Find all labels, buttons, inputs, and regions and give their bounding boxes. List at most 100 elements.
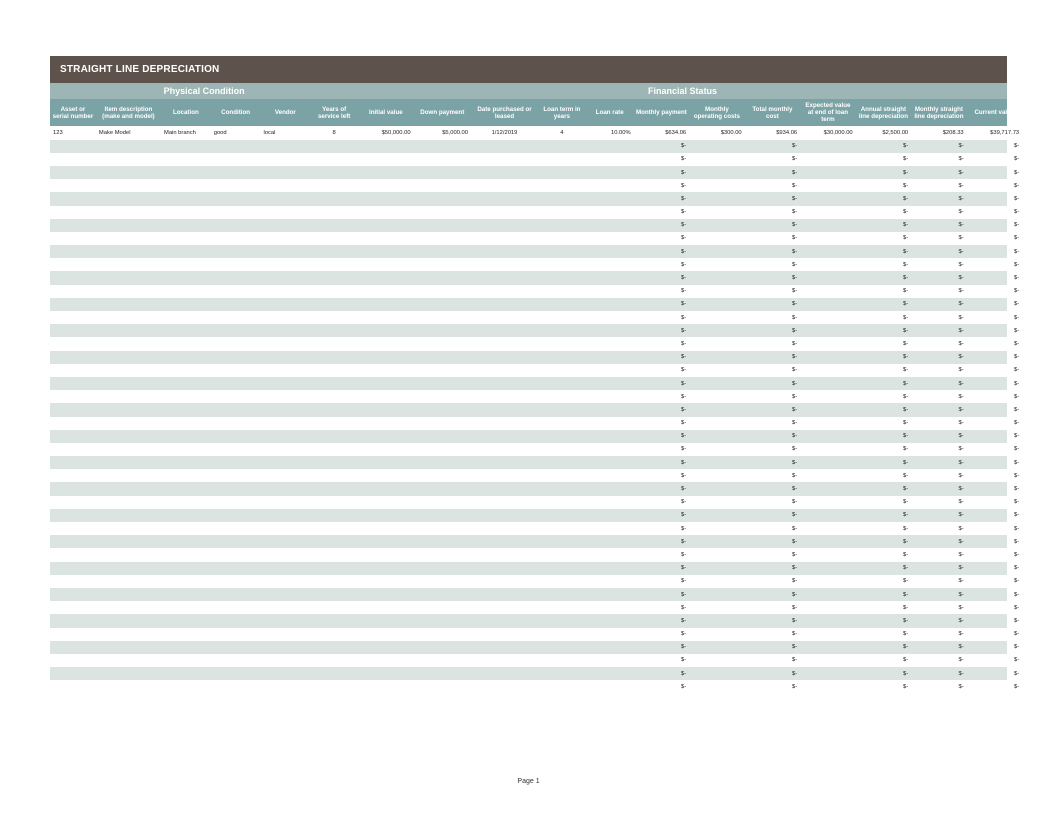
table-cell: $- <box>856 183 912 189</box>
table-cell: $- <box>911 657 967 663</box>
table-cell: $- <box>634 644 690 650</box>
table-row: $-$-$-$-$- <box>50 285 1007 298</box>
table-cell: $- <box>634 433 690 439</box>
table-cell: 8 <box>310 130 358 136</box>
table-cell: $- <box>911 460 967 466</box>
table-cell: $- <box>911 183 967 189</box>
header-down-payment: Down payment <box>414 99 471 126</box>
table-cell: $- <box>745 249 801 255</box>
table-cell: $- <box>634 499 690 505</box>
table-cell: $- <box>745 486 801 492</box>
table-cell: $- <box>967 381 1023 387</box>
table-cell: $- <box>634 354 690 360</box>
table-row: $-$-$-$-$- <box>50 482 1007 495</box>
table-cell: $- <box>745 446 801 452</box>
table-cell: $- <box>911 394 967 400</box>
table-cell: $- <box>911 341 967 347</box>
table-cell: $- <box>911 301 967 307</box>
table-cell: $- <box>856 684 912 690</box>
table-cell: $- <box>745 618 801 624</box>
depreciation-document: STRAIGHT LINE DEPRECIATION Physical Cond… <box>0 0 1057 817</box>
table-cell: $- <box>634 539 690 545</box>
table-cell: $- <box>634 657 690 663</box>
table-cell: $- <box>856 657 912 663</box>
table-cell: $- <box>856 552 912 558</box>
table-cell: $- <box>967 394 1023 400</box>
table-cell: $- <box>967 684 1023 690</box>
table-cell: $- <box>745 526 801 532</box>
table-cell: $- <box>967 526 1023 532</box>
table-cell: $- <box>745 315 801 321</box>
table-cell: $- <box>911 170 967 176</box>
table-row: $-$-$-$-$- <box>50 140 1007 153</box>
table-row: $-$-$-$-$- <box>50 430 1007 443</box>
table-cell: $- <box>745 354 801 360</box>
table-cell: $934.06 <box>745 130 801 136</box>
table-cell: $- <box>911 143 967 149</box>
table-cell: $- <box>634 618 690 624</box>
table-cell: $- <box>967 499 1023 505</box>
table-cell: $- <box>856 235 912 241</box>
table-row: $-$-$-$-$- <box>50 628 1007 641</box>
table-row: $-$-$-$-$- <box>50 153 1007 166</box>
table-cell: $- <box>634 170 690 176</box>
table-cell: $- <box>911 315 967 321</box>
table-cell: $- <box>745 170 801 176</box>
table-cell: $- <box>634 592 690 598</box>
table-row: 123Make ModelMain branchgoodlocal8$50,00… <box>50 126 1007 139</box>
table-cell: local <box>260 130 310 136</box>
table-cell: $- <box>856 143 912 149</box>
table-row: $-$-$-$-$- <box>50 351 1007 364</box>
table-cell: 10.00% <box>586 130 634 136</box>
table-cell: $- <box>856 288 912 294</box>
table-cell: $- <box>634 275 690 281</box>
table-cell: $- <box>967 433 1023 439</box>
table-cell: $- <box>911 552 967 558</box>
table-row: $-$-$-$-$- <box>50 232 1007 245</box>
table-row: $-$-$-$-$- <box>50 311 1007 324</box>
table-cell: $- <box>911 156 967 162</box>
table-cell: $- <box>856 354 912 360</box>
table-cell: $- <box>967 578 1023 584</box>
table-cell: $- <box>967 222 1023 228</box>
group-financial-status: Financial Status <box>358 83 1007 99</box>
table-cell: $- <box>856 473 912 479</box>
table-cell: $- <box>634 156 690 162</box>
table-cell: $- <box>745 143 801 149</box>
column-group-row: Physical Condition Financial Status <box>50 83 1007 99</box>
table-cell: $- <box>745 301 801 307</box>
table-cell: $- <box>856 565 912 571</box>
table-row: $-$-$-$-$- <box>50 667 1007 680</box>
table-cell: $- <box>967 183 1023 189</box>
table-cell: $- <box>911 631 967 637</box>
table-cell: $- <box>856 539 912 545</box>
table-cell: $- <box>911 288 967 294</box>
table-cell: $- <box>745 565 801 571</box>
table-row: $-$-$-$-$- <box>50 535 1007 548</box>
table-cell: $- <box>967 671 1023 677</box>
table-cell: $- <box>967 288 1023 294</box>
table-cell: $- <box>745 183 801 189</box>
table-cell: $39,717.73 <box>967 130 1023 136</box>
table-cell: $- <box>911 222 967 228</box>
header-monthly-operating: Monthly operating costs <box>689 99 745 126</box>
table-cell: $- <box>911 407 967 413</box>
group-physical-condition: Physical Condition <box>50 83 358 99</box>
table-cell: $- <box>634 631 690 637</box>
table-cell: $- <box>745 644 801 650</box>
table-cell: $- <box>967 156 1023 162</box>
table-cell: $- <box>634 209 690 215</box>
table-cell: $- <box>967 249 1023 255</box>
header-condition: Condition <box>211 99 261 126</box>
table-cell: $- <box>856 446 912 452</box>
table-cell: $- <box>745 631 801 637</box>
table-cell: $- <box>745 433 801 439</box>
table-row: $-$-$-$-$- <box>50 680 1007 693</box>
table-cell: $- <box>745 407 801 413</box>
table-cell: $- <box>745 499 801 505</box>
table-cell: $- <box>967 407 1023 413</box>
table-cell: $- <box>745 552 801 558</box>
table-row: $-$-$-$-$- <box>50 509 1007 522</box>
table-cell: $- <box>967 631 1023 637</box>
table-cell: $- <box>967 420 1023 426</box>
